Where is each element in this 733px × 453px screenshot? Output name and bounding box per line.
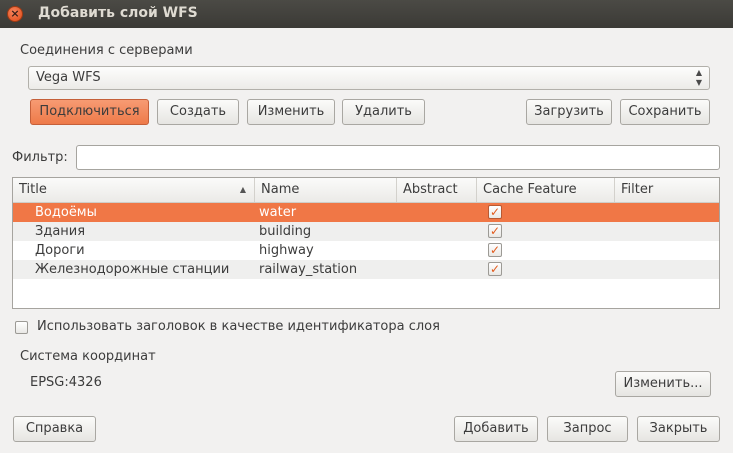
sort-ascending-icon: ▲ — [239, 185, 246, 194]
crs-label: Система координат — [20, 349, 156, 364]
column-header-abstract[interactable]: Abstract — [397, 178, 477, 202]
save-button[interactable]: Сохранить — [620, 99, 710, 125]
window-title: Добавить слой WFS — [38, 5, 198, 21]
column-header-cache[interactable]: Cache Feature — [477, 178, 615, 202]
table-row[interactable]: Водоёмы water ✓ — [13, 203, 719, 222]
title-bar: × Добавить слой WFS — [0, 0, 733, 28]
column-header-title[interactable]: Title ▲ — [13, 178, 255, 202]
cache-feature-checkbox[interactable]: ✓ — [488, 262, 502, 276]
close-button[interactable]: Закрыть — [637, 416, 720, 442]
connections-label: Соединения с серверами — [20, 43, 193, 58]
row-title: Водоёмы — [35, 205, 97, 220]
cache-feature-checkbox[interactable]: ✓ — [488, 224, 502, 238]
row-title: Железнодорожные станции — [35, 262, 230, 277]
filter-label: Фильтр: — [12, 150, 68, 165]
delete-connection-button[interactable]: Удалить — [342, 99, 425, 125]
help-button[interactable]: Справка — [13, 416, 96, 442]
row-name: railway_station — [259, 262, 358, 277]
close-window-icon[interactable]: × — [7, 6, 23, 22]
filter-input[interactable] — [76, 145, 720, 170]
table-row[interactable]: Дороги highway ✓ — [13, 241, 719, 260]
load-button[interactable]: Загрузить — [526, 99, 612, 125]
row-name: building — [259, 224, 312, 239]
table-row[interactable]: Здания building ✓ — [13, 222, 719, 241]
create-button[interactable]: Создать — [157, 99, 239, 125]
edit-connection-button[interactable]: Изменить — [247, 99, 335, 125]
add-button[interactable]: Добавить — [454, 416, 538, 442]
cache-feature-checkbox[interactable]: ✓ — [488, 205, 502, 219]
column-header-name[interactable]: Name — [255, 178, 397, 202]
cache-feature-checkbox[interactable]: ✓ — [488, 243, 502, 257]
change-crs-button[interactable]: Изменить... — [615, 371, 711, 397]
row-name: water — [259, 205, 297, 220]
updown-arrows-icon: ▲ ▼ — [695, 68, 702, 87]
table-row[interactable]: Железнодорожные станции railway_station … — [13, 260, 719, 279]
connection-select[interactable]: Vega WFS ▲ ▼ — [28, 66, 710, 90]
connect-button[interactable]: Подключиться — [30, 99, 149, 125]
column-title-label: Title — [19, 182, 47, 197]
column-header-filter[interactable]: Filter — [615, 178, 719, 202]
table-header: Title ▲ Name Abstract Cache Feature Filt… — [13, 178, 719, 203]
use-title-checkbox[interactable] — [15, 321, 28, 334]
row-title: Здания — [35, 224, 86, 239]
use-title-label[interactable]: Использовать заголовок в качестве иденти… — [37, 319, 440, 334]
layers-table[interactable]: Title ▲ Name Abstract Cache Feature Filt… — [12, 177, 720, 309]
crs-value: EPSG:4326 — [30, 375, 102, 390]
connection-select-value: Vega WFS — [36, 70, 101, 85]
row-title: Дороги — [35, 243, 85, 258]
row-name: highway — [259, 243, 314, 258]
query-button[interactable]: Запрос — [547, 416, 628, 442]
